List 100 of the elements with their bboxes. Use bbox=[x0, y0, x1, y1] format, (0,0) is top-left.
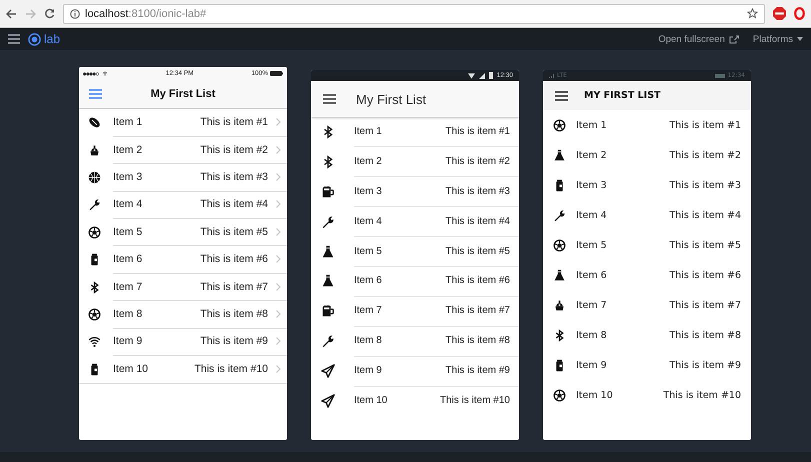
list-item[interactable]: Item 6 This is item #6 bbox=[79, 246, 287, 274]
battery-icon bbox=[714, 74, 725, 78]
football-icon bbox=[88, 116, 101, 130]
item-note: This is item #5 bbox=[200, 226, 268, 238]
item-note: This is item #10 bbox=[194, 363, 268, 376]
list-item[interactable]: Item 6 This is item #6 bbox=[543, 260, 751, 290]
list-item[interactable]: Item 5 This is item #5 bbox=[311, 236, 519, 266]
list-item[interactable]: Item 5 This is item #5 bbox=[543, 230, 751, 260]
lab-logo[interactable]: lab bbox=[28, 32, 60, 46]
item-title: Item 5 bbox=[576, 240, 607, 250]
back-icon[interactable] bbox=[6, 8, 17, 18]
item-note: This is item #4 bbox=[669, 210, 741, 220]
item-note: This is item #6 bbox=[200, 253, 268, 266]
paper-plane-icon bbox=[321, 394, 335, 408]
menu-icon[interactable] bbox=[8, 34, 20, 44]
list-item[interactable]: Item 8 This is item #8 bbox=[543, 320, 751, 350]
paper-plane-icon bbox=[321, 364, 335, 378]
list-item[interactable]: Item 9 This is item #9 bbox=[311, 356, 519, 386]
list-item[interactable]: Item 2 This is item #2 bbox=[311, 146, 519, 177]
wrench-icon bbox=[321, 334, 335, 348]
list-item[interactable]: Item 10 This is item #10 bbox=[543, 380, 751, 410]
item-note: This is item #8 bbox=[446, 335, 510, 346]
list-item[interactable]: Item 3 This is item #3 bbox=[543, 170, 751, 200]
menu-icon[interactable] bbox=[323, 94, 336, 104]
reload-icon[interactable] bbox=[44, 8, 55, 19]
item-title: Item 10 bbox=[576, 390, 613, 400]
soccer-ball-icon bbox=[553, 238, 566, 252]
item-title: Item 6 bbox=[354, 275, 382, 286]
list-item[interactable]: Item 8 This is item #8 bbox=[79, 300, 287, 328]
item-note: This is item #10 bbox=[440, 395, 510, 406]
item-title: Item 7 bbox=[113, 280, 142, 293]
flask-icon bbox=[321, 274, 335, 288]
info-icon bbox=[70, 8, 80, 18]
list-item[interactable]: Item 1 This is item #1 bbox=[311, 117, 519, 147]
item-title: Item 10 bbox=[354, 395, 388, 406]
soccer-ball-icon bbox=[553, 388, 566, 402]
battery-icon bbox=[488, 72, 493, 79]
item-title: Item 1 bbox=[354, 126, 382, 137]
list-item[interactable]: Item 10 This is item #10 bbox=[79, 356, 287, 383]
item-title: Item 5 bbox=[354, 246, 382, 256]
list-item[interactable]: Item 10 This is item #10 bbox=[311, 386, 519, 416]
keg-icon bbox=[88, 253, 101, 266]
list-item[interactable]: Item 9 This is item #9 bbox=[79, 328, 287, 356]
item-title: Item 2 bbox=[576, 150, 607, 160]
list-item[interactable]: Item 7 This is item #7 bbox=[543, 290, 751, 320]
bluetooth-icon bbox=[321, 124, 335, 139]
list-item[interactable]: Item 9 This is item #9 bbox=[543, 350, 751, 380]
list-item[interactable]: Item 3 This is item #3 bbox=[79, 164, 287, 192]
flask-icon bbox=[321, 244, 335, 258]
chevron-icon bbox=[276, 172, 281, 181]
item-note: This is item #1 bbox=[669, 120, 741, 130]
list-item[interactable]: Item 4 This is item #4 bbox=[543, 200, 751, 230]
list-item[interactable]: Item 4 This is item #4 bbox=[311, 206, 519, 237]
mug-icon bbox=[321, 304, 335, 318]
page-title: My First List bbox=[356, 92, 426, 106]
chevron-icon bbox=[276, 200, 281, 208]
boat-icon bbox=[88, 144, 101, 157]
item-title: Item 10 bbox=[113, 363, 148, 376]
page-title: MY FIRST LIST bbox=[584, 90, 661, 101]
list-item[interactable]: Item 7 This is item #7 bbox=[79, 273, 287, 301]
item-note: This is item #7 bbox=[200, 280, 268, 293]
item-note: This is item #9 bbox=[669, 360, 741, 370]
wifi-icon bbox=[102, 71, 108, 76]
item-note: This is item #2 bbox=[446, 156, 510, 167]
item-title: Item 6 bbox=[576, 270, 607, 280]
open-fullscreen-link[interactable]: Open fullscreen bbox=[658, 34, 739, 44]
list-item[interactable]: Item 8 This is item #8 bbox=[311, 326, 519, 356]
item-note: This is item #5 bbox=[446, 246, 510, 256]
list-item[interactable]: Item 1 This is item #1 bbox=[79, 109, 287, 136]
signal-icon bbox=[549, 74, 555, 78]
list-item[interactable]: Item 2 This is item #2 bbox=[543, 140, 751, 170]
platforms-dropdown[interactable]: Platforms bbox=[752, 34, 803, 44]
list-item[interactable]: Item 4 This is item #4 bbox=[79, 191, 287, 219]
wrench-icon bbox=[321, 214, 335, 229]
menu-icon[interactable] bbox=[555, 90, 568, 100]
chevron-icon bbox=[276, 228, 281, 236]
item-note: This is item #9 bbox=[200, 335, 268, 348]
item-title: Item 2 bbox=[113, 144, 142, 156]
chevron-icon bbox=[276, 255, 281, 264]
item-note: This is item #7 bbox=[446, 305, 510, 316]
bluetooth-icon bbox=[321, 154, 335, 169]
opera-icon[interactable] bbox=[794, 7, 805, 20]
list-item[interactable]: Item 6 This is item #6 bbox=[311, 266, 519, 296]
item-title: Item 4 bbox=[576, 210, 607, 220]
item-title: Item 7 bbox=[576, 300, 607, 310]
address-field[interactable]: localhost:8100/ionic-lab# bbox=[63, 4, 765, 24]
adblock-icon[interactable] bbox=[773, 7, 786, 20]
list-item[interactable]: Item 3 This is item #3 bbox=[311, 176, 519, 207]
caret-icon bbox=[797, 37, 803, 41]
bluetooth-icon bbox=[553, 328, 566, 342]
star-icon[interactable] bbox=[747, 8, 758, 19]
item-note: This is item #3 bbox=[669, 180, 741, 190]
item-title: Item 3 bbox=[576, 180, 607, 190]
flask-icon bbox=[553, 268, 566, 282]
list-item[interactable]: Item 5 This is item #5 bbox=[79, 218, 287, 246]
item-note: This is item #8 bbox=[200, 308, 268, 320]
item-note: This is item #1 bbox=[200, 116, 268, 128]
list-item[interactable]: Item 2 This is item #2 bbox=[79, 136, 287, 164]
list-item[interactable]: Item 7 This is item #7 bbox=[311, 296, 519, 326]
list-item[interactable]: Item 1 This is item #1 bbox=[543, 110, 751, 140]
